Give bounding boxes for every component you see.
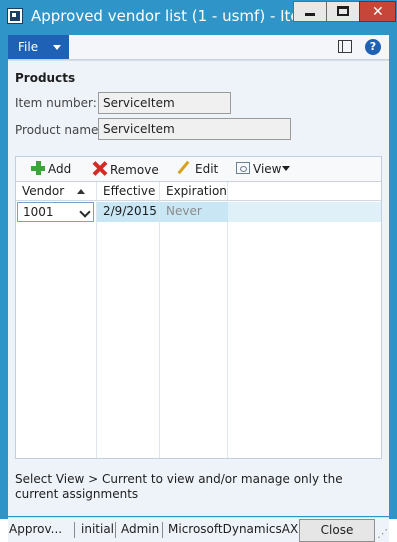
vendor-grid: Vendor Effective Expiration 1001 2/9/201… — [16, 182, 381, 458]
add-label: Add — [48, 162, 72, 176]
close-button[interactable]: Close — [299, 519, 375, 542]
edit-button[interactable]: Edit — [177, 161, 218, 177]
window-title: Approved vendor list (1 - usmf) - Item..… — [31, 7, 293, 25]
client-area: File ? Products Item number: ServiceItem… — [8, 35, 389, 542]
dialog-window: Approved vendor list (1 - usmf) - Item..… — [0, 0, 397, 542]
column-header-vendor[interactable]: Vendor — [16, 182, 97, 201]
view-menu-button[interactable]: View — [236, 161, 291, 177]
file-menu-button[interactable]: File — [8, 35, 69, 59]
status-database: MicrosoftDynamicsAX — [168, 522, 299, 536]
form-body: Products Item number: ServiceItem Produc… — [8, 60, 389, 542]
maximize-icon — [337, 6, 349, 16]
help-icon[interactable]: ? — [365, 39, 381, 55]
vendor-value: 1001 — [23, 205, 54, 219]
column-header-effective-label: Effective — [103, 184, 156, 198]
vendor-combobox[interactable]: 1001 — [17, 202, 94, 222]
status-user: Admin — [121, 522, 160, 536]
app-icon — [7, 8, 23, 24]
column-divider — [96, 182, 97, 458]
ribbon: File ? — [8, 35, 389, 60]
status-company: initial — [81, 522, 114, 536]
title-bar[interactable]: Approved vendor list (1 - usmf) - Item..… — [1, 1, 396, 35]
add-button[interactable]: Add — [31, 161, 71, 177]
column-divider — [227, 182, 228, 458]
section-title-products: Products — [15, 71, 76, 85]
expiration-cell[interactable]: Never — [160, 202, 228, 222]
close-icon: ✕ — [372, 4, 384, 20]
resize-grip-icon[interactable] — [377, 527, 388, 541]
status-separator — [162, 522, 163, 538]
vendor-grid-panel: Add Remove Edit View Vendor Effective Ex… — [15, 156, 382, 459]
item-number-label: Item number: — [15, 96, 97, 110]
column-header-effective[interactable]: Effective — [97, 182, 160, 201]
chevron-down-icon — [282, 166, 291, 171]
view-icon — [236, 162, 250, 174]
column-header-empty — [228, 182, 381, 201]
remove-button[interactable]: Remove — [92, 161, 159, 177]
grid-toolbar: Add Remove Edit View — [16, 157, 381, 182]
status-bar: Approv... initial Admin MicrosoftDynamic… — [8, 517, 389, 542]
remove-icon — [92, 161, 107, 176]
edit-label: Edit — [195, 162, 219, 176]
row-filler — [228, 202, 381, 222]
item-number-field[interactable]: ServiceItem — [98, 92, 231, 114]
product-name-field[interactable]: ServiceItem — [98, 118, 291, 140]
column-header-expiration[interactable]: Expiration — [160, 182, 228, 201]
sort-ascending-icon — [77, 189, 85, 194]
file-menu-label: File — [18, 40, 39, 54]
product-name-label: Product name: — [15, 123, 103, 137]
pencil-icon — [177, 161, 191, 175]
column-header-expiration-label: Expiration — [166, 184, 227, 198]
minimize-button[interactable] — [293, 1, 327, 22]
status-separator — [74, 522, 75, 538]
add-icon — [31, 161, 45, 175]
status-separator — [115, 522, 116, 538]
maximize-button[interactable] — [326, 1, 360, 22]
table-row[interactable]: 1001 2/9/2015 Never — [16, 202, 381, 222]
view-label: View — [253, 162, 282, 176]
layout-icon[interactable] — [338, 40, 352, 53]
chevron-down-icon — [53, 45, 61, 50]
remove-label: Remove — [110, 163, 159, 177]
minimize-icon — [305, 13, 315, 16]
column-divider — [159, 182, 160, 458]
status-form-name: Approv... — [9, 522, 63, 536]
effective-cell[interactable]: 2/9/2015 — [97, 202, 159, 222]
column-header-vendor-label: Vendor — [22, 184, 65, 198]
close-window-button[interactable]: ✕ — [359, 1, 396, 22]
help-text: Select View > Current to view and/or man… — [15, 472, 343, 501]
chevron-down-icon[interactable] — [78, 204, 92, 220]
